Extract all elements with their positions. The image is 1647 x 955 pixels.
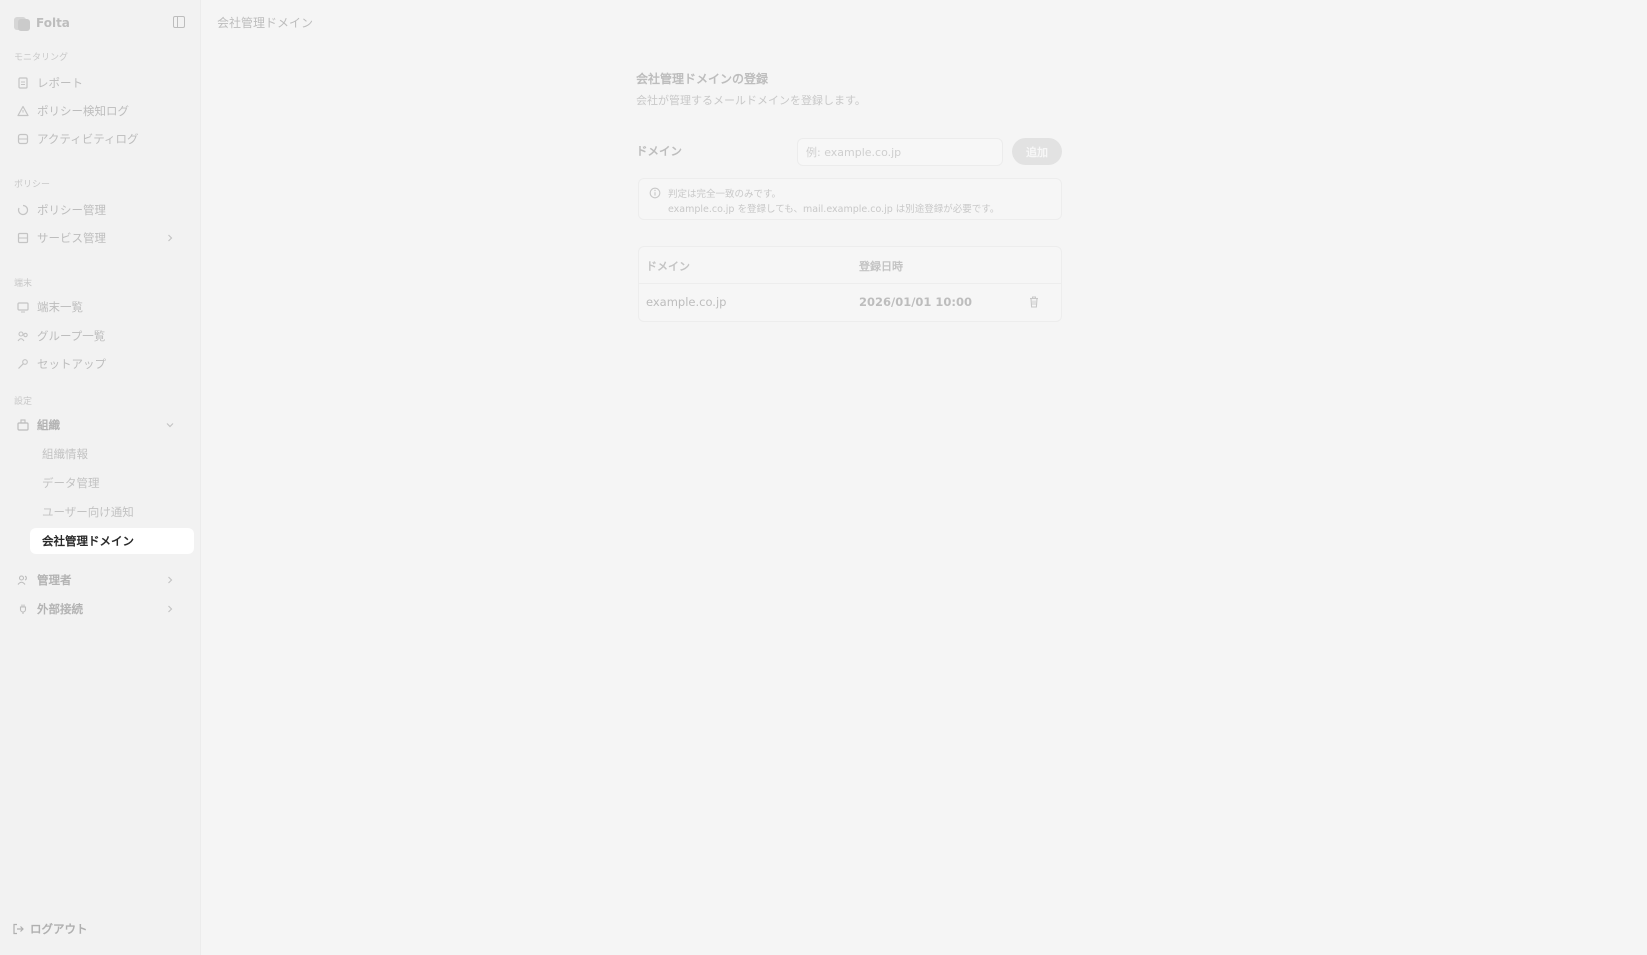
sidebar-item-external-connections[interactable]: 外部接続 [8, 596, 192, 622]
sidebar-item-label: ポリシー管理 [37, 203, 106, 217]
sidebar-toggle-icon[interactable] [173, 16, 185, 28]
service-icon [16, 231, 30, 245]
domain-table: ドメイン 登録日時 example.co.jp 2026/01/01 10:00 [638, 246, 1062, 322]
sidebar-item-groups[interactable]: グループ一覧 [8, 323, 192, 349]
column-header-registered-at: 登録日時 [859, 260, 903, 273]
sidebar-item-policy-management[interactable]: ポリシー管理 [8, 197, 192, 223]
organization-icon [16, 418, 30, 432]
sidebar-item-organization[interactable]: 組織 [8, 412, 192, 438]
sidebar-item-report[interactable]: レポート [8, 70, 192, 96]
sidebar-subitem-data-management[interactable]: データ管理 [30, 470, 194, 496]
chevron-right-icon [168, 576, 173, 584]
cell-registered-at: 2026/01/01 10:00 [859, 295, 973, 309]
sidebar-item-label: レポート [37, 76, 83, 90]
sidebar-item-service-management[interactable]: サービス管理 [8, 225, 192, 251]
sidebar-item-label: セットアップ [37, 357, 106, 371]
info-notice: 判定は完全一致のみです。 example.co.jp を登録しても、mail.e… [638, 178, 1062, 220]
domain-input[interactable] [797, 138, 1003, 166]
group-icon [16, 329, 30, 343]
database-icon [16, 132, 30, 146]
info-text-line1: 判定は完全一致のみです。 [668, 189, 782, 200]
sidebar-subitem-user-notification[interactable]: ユーザー向け通知 [30, 499, 194, 525]
sidebar-item-label: グループ一覧 [37, 329, 106, 343]
info-icon [649, 187, 661, 199]
sidebar-item-setup[interactable]: セットアップ [8, 351, 192, 377]
page-title: 会社管理ドメイン [217, 16, 314, 30]
section-description: 会社が管理するメールドメインを登録します。 [636, 94, 866, 107]
monitor-icon [16, 300, 30, 314]
users-icon [16, 573, 30, 587]
info-text-line2: example.co.jp を登録しても、mail.example.co.jp … [668, 204, 1000, 215]
section-label-settings: 設定 [14, 397, 33, 407]
section-label-device: 端末 [14, 279, 33, 289]
sidebar: Folta モニタリング レポート ポリシー検知ログ アクティビティログ ポリシ… [0, 0, 201, 955]
sidebar-item-label: アクティビティログ [37, 132, 139, 146]
sidebar-item-admins[interactable]: 管理者 [8, 567, 192, 593]
section-label-policy: ポリシー [14, 180, 51, 190]
sidebar-item-label: ポリシー検知ログ [37, 104, 129, 118]
chevron-right-icon [168, 234, 173, 242]
section-title: 会社管理ドメインの登録 [636, 72, 769, 86]
column-header-domain: ドメイン [646, 260, 690, 273]
folta-logo-icon [14, 15, 30, 31]
section-label-monitoring: モニタリング [14, 53, 69, 63]
table-header: ドメイン 登録日時 [639, 247, 1061, 284]
chevron-down-icon [166, 423, 174, 428]
plug-icon [16, 602, 30, 616]
trash-icon[interactable] [1028, 295, 1040, 309]
add-button[interactable]: 追加 [1012, 138, 1062, 165]
cell-domain: example.co.jp [646, 295, 727, 309]
sidebar-item-label: 外部接続 [37, 602, 83, 616]
key-icon [16, 357, 30, 371]
sidebar-subitem-company-domain[interactable]: 会社管理ドメイン [30, 528, 194, 554]
policy-icon [16, 203, 30, 217]
sidebar-item-activity-log[interactable]: アクティビティログ [8, 126, 192, 152]
sidebar-item-label: 端末一覧 [37, 300, 83, 314]
brand[interactable]: Folta [14, 14, 70, 32]
sidebar-item-label: サービス管理 [37, 231, 106, 245]
sidebar-item-label: 管理者 [37, 573, 72, 587]
sidebar-item-devices[interactable]: 端末一覧 [8, 294, 192, 320]
brand-name: Folta [36, 16, 70, 30]
logout-button[interactable]: ログアウト [12, 920, 88, 938]
logout-icon [13, 923, 24, 935]
logout-label: ログアウト [30, 922, 88, 936]
chevron-right-icon [168, 605, 173, 613]
sidebar-item-policy-log[interactable]: ポリシー検知ログ [8, 98, 192, 124]
warning-icon [16, 104, 30, 118]
domain-field-label: ドメイン [636, 144, 682, 158]
report-icon [16, 76, 30, 90]
sidebar-subitem-org-info[interactable]: 組織情報 [30, 441, 194, 467]
sidebar-item-label: 組織 [37, 418, 60, 432]
